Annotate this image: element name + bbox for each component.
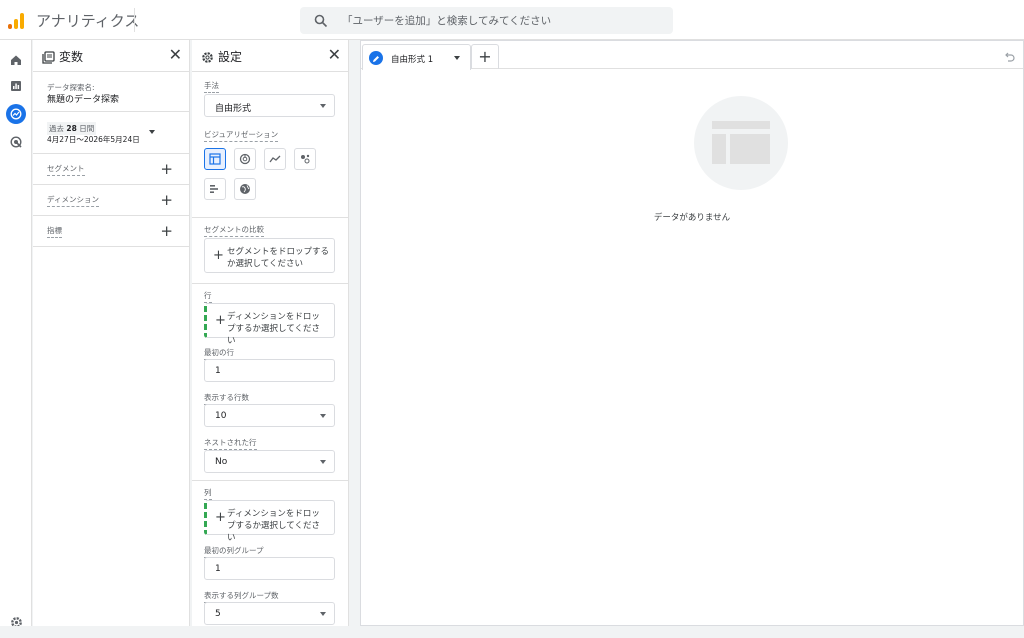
segments-label: セグメント [47,163,85,176]
plus-icon: + [215,313,226,328]
date-prefix: 過去 [49,124,64,133]
chevron-down-icon [320,414,326,418]
technique-select[interactable]: 自由形式 [204,94,335,117]
settings-panel: 設定 ✕ 手法 自由形式 ビジュアリゼーション セグメントの比較 + セグメント… [192,40,349,638]
tab-label: 自由形式 1 [391,55,434,65]
exploration-canvas: 自由形式 1 + データがありません [360,40,1024,626]
date-range-picker[interactable]: 過去 28 日間 4月27日～2026年5月24日 [33,112,189,154]
first-column-group-input[interactable]: 1 [204,557,335,580]
show-rows-select[interactable]: 10 [204,404,335,427]
divider [192,480,348,481]
visualization-label: ビジュアリゼーション [204,129,279,142]
chevron-down-icon [320,460,326,464]
tab-bar: 自由形式 1 + [361,41,1023,70]
chevron-down-icon[interactable] [454,56,460,60]
search-icon [314,13,328,32]
columns-drop-text: ディメンションをドロップするか選択してください [227,509,320,543]
date-suffix: 日間 [79,124,95,133]
chevron-down-icon [320,104,326,108]
plus-icon: + [215,510,226,525]
exploration-name-section: データ探索名: 無題のデータ探索 [33,72,189,112]
left-nav-rail [0,40,32,638]
first-row-input[interactable]: 1 [204,359,335,382]
add-metric-button[interactable]: + [160,224,173,239]
divider [134,8,135,32]
first-row-value: 1 [215,366,221,376]
segment-compare-label: セグメントの比較 [204,224,264,237]
app-title[interactable]: アナリティクス [36,10,139,31]
variables-icon [42,49,55,68]
divider [192,283,348,284]
date-range-text: 4月27日～2026年5月24日 [47,135,140,144]
rows-label: 行 [204,290,212,303]
advertising-icon[interactable] [6,132,26,152]
first-column-group-value: 1 [215,564,221,574]
nested-rows-select[interactable]: No [204,450,335,473]
date-days: 28 [66,124,77,133]
add-segment-button[interactable]: + [160,162,173,177]
show-column-groups-value: 5 [215,609,221,619]
nested-rows-value: No [215,457,228,467]
variables-header: 変数 ✕ [33,40,189,72]
rows-drop-zone[interactable]: + ディメンションをドロップするか選択してください [204,303,335,346]
empty-state-text: データがありません [653,213,731,223]
technique-label: 手法 [204,80,219,93]
scatter-viz-button[interactable] [294,148,316,170]
technique-value: 自由形式 [215,104,252,114]
columns-drop-zone[interactable]: + ディメンションをドロップするか選択してください [204,500,335,543]
reports-icon[interactable] [6,76,26,96]
dimensions-section: ディメンション + [33,185,189,216]
exploration-name-field[interactable]: 無題のデータ探索 [47,92,119,105]
table-viz-button[interactable] [204,148,226,170]
dimensions-label: ディメンション [47,194,99,207]
top-bar: アナリティクス 「ユーザーを追加」と検索してみてください [0,0,1024,40]
nested-rows-label: ネストされた行 [204,437,257,450]
plus-icon: + [213,248,224,263]
variables-title: 変数 [59,50,84,64]
chevron-down-icon [320,612,326,616]
search-input[interactable]: 「ユーザーを追加」と検索してみてください [300,7,673,34]
line-viz-button[interactable] [264,148,286,170]
settings-title: 設定 [218,50,243,64]
tab-freeform-1[interactable]: 自由形式 1 [362,44,471,70]
rows-drop-text: ディメンションをドロップするか選択してください [227,312,320,346]
analytics-logo[interactable] [8,11,26,29]
gear-icon [201,49,214,68]
metrics-section: 指標 + [33,216,189,247]
segments-section: セグメント + [33,154,189,185]
edit-icon [369,51,383,65]
home-icon[interactable] [6,50,26,70]
columns-label: 列 [204,487,212,500]
undo-icon[interactable] [1003,48,1015,67]
empty-state-icon [694,96,788,190]
settings-header: 設定 ✕ [192,40,348,72]
show-rows-value: 10 [215,411,227,421]
bar-viz-button[interactable] [204,178,226,200]
donut-viz-button[interactable] [234,148,256,170]
globe-viz-button[interactable] [234,178,256,200]
add-dimension-button[interactable]: + [160,193,173,208]
chevron-down-icon [149,130,155,134]
close-icon[interactable]: ✕ [328,47,341,63]
search-placeholder: 「ユーザーを追加」と検索してみてください [342,15,552,27]
explore-icon[interactable] [6,104,26,124]
close-icon[interactable]: ✕ [169,47,182,63]
add-tab-button[interactable]: + [471,44,499,69]
show-column-groups-select[interactable]: 5 [204,602,335,625]
bottom-bar [0,626,1024,638]
metrics-label: 指標 [47,225,62,238]
segment-drop-text: セグメントをドロップするか選択してください [227,247,330,269]
variables-panel: 変数 ✕ データ探索名: 無題のデータ探索 過去 28 日間 4月27日～202… [33,40,190,638]
segment-drop-zone[interactable]: + セグメントをドロップするか選択してください [204,238,335,273]
